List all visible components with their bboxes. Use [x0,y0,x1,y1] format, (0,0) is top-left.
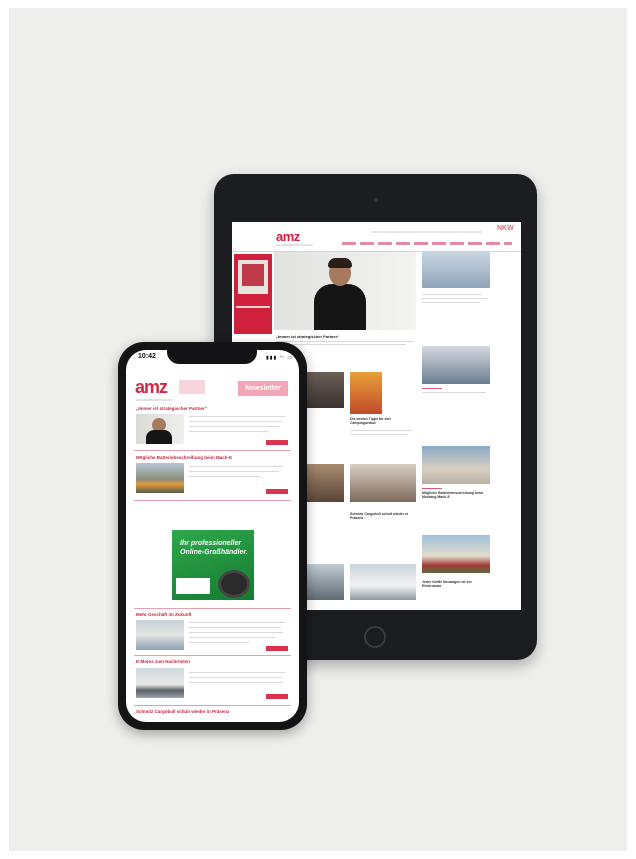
person-body [146,430,172,444]
article-divider [134,655,291,656]
article-image-vehicle[interactable] [136,668,184,698]
article-image-person[interactable] [136,414,184,444]
person-body [314,284,366,330]
newsletter-headline[interactable]: „Immer ist strategischer Partner“ [136,406,207,411]
article-text-line [189,682,283,683]
article-image-car[interactable] [136,463,184,493]
article-text-line [189,416,285,417]
article-image-mechanic[interactable] [136,620,184,650]
card-text-line [350,430,412,431]
tablet-ad-banner[interactable] [234,254,272,334]
tablet-side-image-parts[interactable] [422,346,490,384]
tablet-card-magazine[interactable] [350,372,382,414]
tablet-hero-image[interactable] [274,252,416,330]
newsletter-headline[interactable]: E-Motos zum Nachrüsten [136,659,190,664]
article-divider [134,500,291,501]
article-text-line [189,642,249,643]
phone-device: 10:42 ▮▮▮ ◠ ▭ amz AUTOMOBILWIRTSCHAFT Ne… [118,342,307,730]
read-more-button[interactable] [266,694,288,699]
side-card-caption[interactable]: Jeder fünfte Neuwagen ist ein Elektroaut… [422,580,490,588]
newsletter-banner: Newsletter [238,381,288,396]
tablet-side-image-car[interactable] [422,252,490,288]
read-more-button[interactable] [266,440,288,445]
person-hair [328,258,352,268]
tablet-hero-headline[interactable]: „Immer ist strategischer Partner“ [276,334,339,339]
article-text-line [189,677,281,678]
tablet-logo[interactable]: amz [276,229,300,244]
side-category-tag [422,388,442,389]
article-divider [134,608,291,609]
article-divider [134,450,291,451]
side-text-line [422,392,486,393]
hero-text-line [276,341,414,342]
tire-icon [218,570,250,598]
phone-logo-subtitle: AUTOMOBILWIRTSCHAFT [136,398,174,402]
article-text-line [189,471,279,472]
article-text-line [189,632,283,633]
phone-time: 10:42 [138,353,156,360]
side-text-line [422,302,480,303]
article-text-line [189,637,275,638]
read-more-button[interactable] [266,646,288,651]
newsletter-headline[interactable]: Mehr Geschäft im Zukunft [136,612,192,617]
card-text-line [350,434,408,435]
article-text-line [189,476,261,477]
phone-logo[interactable]: amz [135,377,168,398]
tablet-side-image-mustang[interactable] [422,446,490,484]
newsletter-headline[interactable]: Schmitz Cargobull schult wieder in Präse… [136,709,229,714]
tablet-side-image-car-red[interactable] [422,535,490,573]
card-caption[interactable]: Die besten Tipps für den Campingurlaub [350,417,416,425]
side-text-line [422,298,488,299]
side-card-caption[interactable]: Mögliche Batteriebeschreibung beim Musta… [422,491,490,499]
tablet-nkw-link[interactable]: NKW [497,225,514,232]
tablet-home-button[interactable] [364,626,386,648]
side-category-tag [422,488,442,489]
read-more-button[interactable] [266,489,288,494]
article-text-line [189,622,285,623]
promo-logo [176,578,210,594]
ad-text [236,306,270,308]
promo-line-2: Online-Großhändler. [180,549,248,556]
tablet-card-image-people[interactable] [350,464,416,502]
tablet-nav-menu[interactable] [342,242,512,245]
tablet-card-image-truck[interactable] [350,564,416,600]
promo-ad[interactable]: Ihr professioneller Online-Großhändler. [172,530,254,600]
article-text-line [189,421,281,422]
hero-person [310,258,370,330]
phone-logo-accent [179,380,205,394]
tablet-camera [374,198,378,202]
hero-text-line [276,344,406,345]
article-text-line [189,627,281,628]
phone-notch [167,350,257,364]
phone-status-icons: ▮▮▮ ◠ ▭ [266,355,294,361]
phone-screen: 10:42 ▮▮▮ ◠ ▭ amz AUTOMOBILWIRTSCHAFT Ne… [126,350,299,722]
article-text-line [189,466,283,467]
article-divider [134,705,291,706]
side-text-line [422,294,482,295]
article-text-line [189,672,285,673]
article-text-line [189,426,279,427]
promo-line-1: Ihr professioneller [180,540,242,547]
ad-book-cover [242,264,264,286]
card-caption[interactable]: Schmitz Cargobull schult wieder in Präse… [350,512,416,520]
tablet-top-links [372,231,482,233]
article-text-line [189,431,269,432]
newsletter-headline[interactable]: Mögliche Batteriebeschreibung beim Mach-… [136,455,232,460]
tablet-logo-subtitle: AUTOMOBILWIRTSCHAFT [276,243,314,247]
